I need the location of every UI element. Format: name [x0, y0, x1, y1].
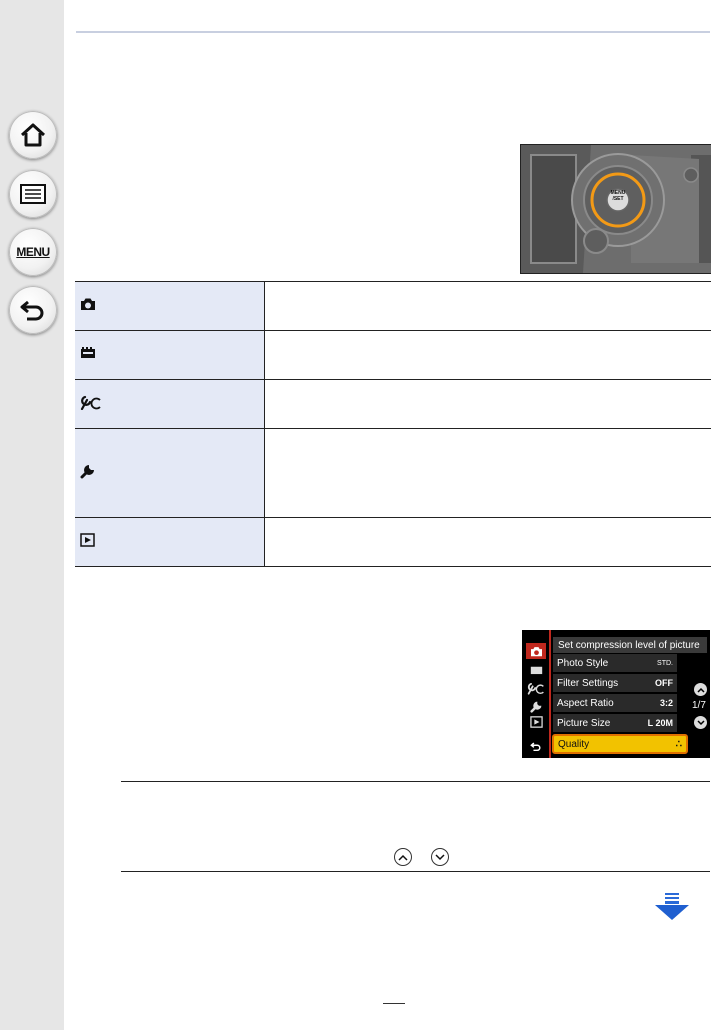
header-rule	[76, 31, 710, 33]
menu-item-filter-settings[interactable]: Filter Settings OFF	[553, 674, 677, 692]
camera-menu-screen: Set compression level of picture Photo S…	[522, 630, 710, 758]
menu-back-button[interactable]	[526, 738, 546, 754]
table-row	[75, 379, 711, 429]
back-button[interactable]	[9, 286, 57, 334]
camera-body-illustration	[521, 145, 711, 273]
continue-next-page[interactable]	[654, 893, 690, 926]
setup-wrench-icon	[80, 464, 94, 478]
contents-button[interactable]	[9, 170, 57, 218]
chevron-down-icon	[435, 853, 445, 860]
up-button-illustration	[394, 848, 412, 866]
motion-picture-icon	[81, 347, 95, 358]
menu-item-picture-size[interactable]: Picture Size L 20M	[553, 714, 677, 732]
menu-set-button-label: MENU /SET	[607, 190, 629, 202]
menu-type-table	[75, 281, 711, 567]
menu-page-indicator: 1/7	[692, 700, 706, 711]
custom-icon	[527, 683, 544, 695]
back-arrow-icon	[530, 742, 541, 751]
table-icon-cell	[75, 517, 265, 567]
home-icon	[20, 123, 46, 147]
camera-icon	[81, 298, 95, 310]
menu-item-label: Quality	[558, 738, 590, 750]
sidebar: MENU	[0, 0, 64, 1030]
chevron-up-icon	[696, 687, 705, 693]
playback-icon	[529, 716, 543, 728]
table-row	[75, 330, 711, 380]
menu-scroll-down-button[interactable]	[694, 716, 707, 729]
page-number-underline	[383, 1003, 405, 1004]
menu-item-quality[interactable]: Quality ∴	[552, 734, 688, 754]
menu-item-value: OFF	[655, 678, 673, 688]
table-icon-cell	[75, 428, 265, 518]
menu-item-label: Photo Style	[557, 657, 609, 669]
note-top-rule	[121, 781, 710, 782]
custom-icon	[80, 395, 101, 410]
menu-button-label: MENU	[16, 245, 50, 259]
table-desc-cell	[264, 379, 711, 429]
back-arrow-icon	[20, 300, 44, 321]
menu-item-label: Filter Settings	[557, 677, 619, 689]
menu-scroll-up-button[interactable]	[694, 683, 707, 696]
table-desc-cell	[264, 428, 711, 518]
menu-item-photo-style[interactable]: Photo Style STD.	[553, 654, 677, 672]
down-button-illustration	[431, 848, 449, 866]
table-desc-cell	[264, 517, 711, 567]
table-desc-cell	[264, 330, 711, 380]
menu-tab-motion-picture[interactable]	[526, 662, 546, 678]
menu-item-value: 3:2	[659, 698, 673, 708]
menu-tab-playback[interactable]	[526, 714, 546, 730]
playback-icon	[80, 532, 95, 547]
menu-tab-camera[interactable]	[526, 643, 546, 659]
menu-item-value: STD.	[657, 659, 673, 667]
table-desc-cell	[264, 281, 711, 331]
table-row	[75, 281, 711, 331]
setup-wrench-icon	[529, 701, 541, 713]
menu-tab-custom[interactable]	[526, 680, 546, 696]
camera-icon	[530, 646, 542, 656]
table-row	[75, 428, 711, 518]
chevron-down-icon	[696, 719, 705, 725]
menu-tab-divider	[549, 630, 551, 758]
menu-item-label: Aspect Ratio	[557, 697, 614, 709]
menu-item-aspect-ratio[interactable]: Aspect Ratio 3:2	[553, 694, 677, 712]
menu-tab-setup[interactable]	[526, 698, 546, 714]
button-label-line-2: /SET	[612, 196, 624, 202]
table-row	[75, 517, 711, 567]
menu-button[interactable]: MENU	[9, 228, 57, 276]
menu-item-label: Picture Size	[557, 717, 611, 729]
next-page-arrow-icon	[655, 893, 689, 920]
table-icon-cell	[75, 379, 265, 429]
menu-hint-text: Set compression level of picture	[553, 637, 707, 653]
table-icon-cell	[75, 330, 265, 380]
list-icon	[20, 184, 46, 204]
home-button[interactable]	[9, 111, 57, 159]
note-bottom-rule	[121, 871, 710, 872]
chevron-up-icon	[398, 854, 408, 861]
menu-item-value: L 20M	[647, 718, 673, 728]
motion-picture-icon	[530, 666, 542, 675]
camera-back-photo: MENU /SET	[520, 144, 711, 274]
table-icon-cell	[75, 281, 265, 331]
menu-item-value: ∴	[675, 738, 682, 750]
